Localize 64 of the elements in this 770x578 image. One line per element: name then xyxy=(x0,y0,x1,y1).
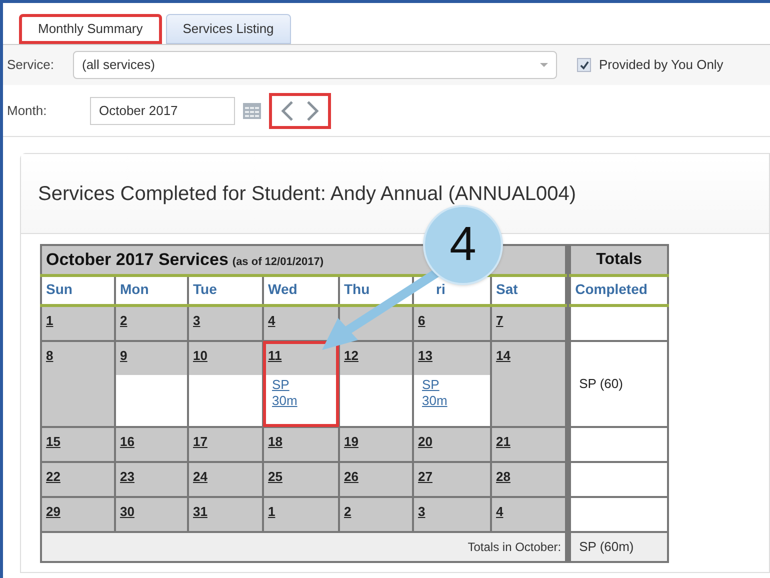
weekday-heading: Mon xyxy=(120,281,149,297)
checkbox[interactable] xyxy=(577,58,591,72)
calendar-icon[interactable] xyxy=(243,102,261,118)
day-link[interactable]: 15 xyxy=(46,432,60,451)
tab[interactable]: Monthly Summary xyxy=(19,14,162,44)
weekday-heading: Wed xyxy=(268,281,298,297)
service-entry-link[interactable]: 30m xyxy=(272,392,330,408)
service-dropdown[interactable]: (all services) xyxy=(73,51,557,79)
totals-heading: Totals xyxy=(596,250,642,268)
totals-label: Totals in October: xyxy=(468,540,562,554)
caret-icon xyxy=(540,63,548,67)
day-link[interactable]: 20 xyxy=(418,432,432,451)
field-label: Month: xyxy=(6,102,48,120)
day-link[interactable]: 1 xyxy=(268,502,276,521)
day-link[interactable]: 2 xyxy=(344,502,352,521)
day-link[interactable]: 25 xyxy=(268,466,282,486)
panel-title: Services Completed for Student: Andy Annual (ANNUAL004) xyxy=(38,182,576,206)
day-link[interactable]: 17 xyxy=(193,432,208,451)
day-link[interactable]: 24 xyxy=(193,466,208,486)
day-link[interactable]: 7 xyxy=(496,310,504,330)
day-link[interactable]: 3 xyxy=(418,502,426,521)
day-link[interactable]: 29 xyxy=(46,502,60,521)
day-link[interactable]: 4 xyxy=(496,502,504,521)
next-month-icon[interactable] xyxy=(306,100,320,122)
month-total: SP (60m) xyxy=(579,538,634,554)
day-link[interactable]: 30 xyxy=(120,502,134,521)
week-total: SP (60) xyxy=(579,376,623,390)
day-link[interactable]: 12 xyxy=(344,346,358,365)
day-link[interactable]: 27 xyxy=(418,466,432,486)
day-link[interactable]: 11 xyxy=(268,346,282,365)
day-link[interactable]: 9 xyxy=(120,346,128,365)
day-link[interactable]: 16 xyxy=(120,432,134,451)
day-link[interactable]: 13 xyxy=(418,346,432,365)
day-link[interactable]: 28 xyxy=(496,466,510,486)
checkbox-label: Provided by You Only xyxy=(599,56,724,74)
day-link[interactable]: 23 xyxy=(120,466,134,486)
day-link[interactable]: 8 xyxy=(46,346,54,365)
field-label: Service: xyxy=(6,56,55,74)
day-link[interactable]: 6 xyxy=(418,310,426,330)
weekday-heading: Thu xyxy=(344,281,370,297)
day-link[interactable]: 22 xyxy=(46,466,60,486)
service-entry-link[interactable]: SP xyxy=(272,376,330,392)
day-link[interactable]: 31 xyxy=(193,502,208,521)
day-link[interactable]: 4 xyxy=(268,310,276,330)
weekday-heading: Tue xyxy=(193,281,217,297)
service-entry-link[interactable]: 30m xyxy=(422,392,482,408)
previous-month-icon[interactable] xyxy=(280,100,294,122)
day-link[interactable]: 21 xyxy=(496,432,510,451)
dropdown-value: (all services) xyxy=(82,56,155,74)
month-field[interactable]: October 2017 xyxy=(90,96,235,124)
day-link[interactable]: 26 xyxy=(344,466,358,486)
totals-column-heading: Completed xyxy=(575,281,648,297)
day-link[interactable]: 14 xyxy=(496,346,510,365)
day-link[interactable]: 19 xyxy=(344,432,358,451)
day-link[interactable]: 1 xyxy=(46,310,54,330)
calendar-title: October 2017 Services xyxy=(46,250,228,269)
tab[interactable]: Services Listing xyxy=(166,14,291,44)
day-link[interactable]: 2 xyxy=(120,310,128,330)
weekday-heading: Sun xyxy=(46,281,72,297)
day-link[interactable]: 3 xyxy=(193,310,200,330)
service-entry-link[interactable]: SP xyxy=(422,376,482,392)
as-of-date: (as of 12/01/2017) xyxy=(232,256,324,268)
day-link[interactable]: 18 xyxy=(268,432,282,451)
day-link[interactable]: 10 xyxy=(193,346,208,365)
